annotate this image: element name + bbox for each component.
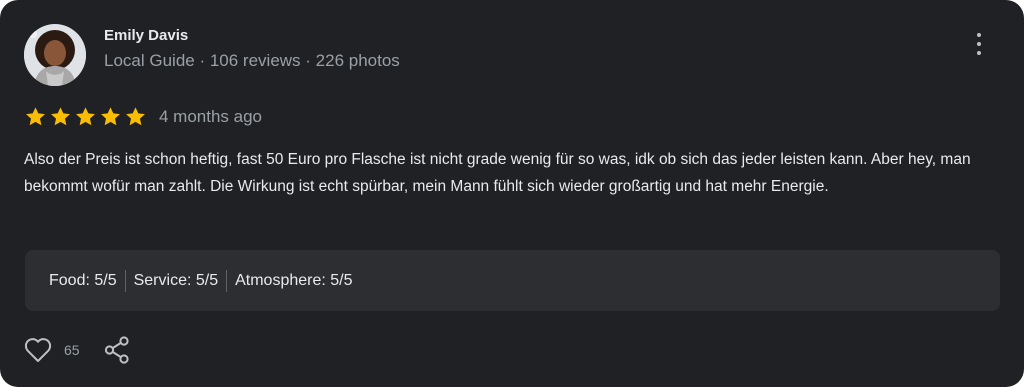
star-icon: [126, 107, 145, 126]
more-dot: [977, 33, 981, 37]
avatar-photo: [24, 24, 86, 86]
attribute-divider: [226, 269, 228, 292]
star-icon: [76, 107, 95, 126]
review-attributes: Food: 5/5 Service: 5/5 Atmosphere: 5/5: [25, 250, 1000, 311]
rating-row: 4 months ago: [24, 106, 262, 128]
review-attribute: Atmosphere: 5/5: [235, 271, 353, 289]
more-vert-icon[interactable]: [966, 30, 992, 58]
author-name[interactable]: Emily Davis: [104, 27, 188, 44]
star-icon: [101, 107, 120, 126]
more-dot: [977, 42, 981, 46]
attribute-divider: [124, 269, 126, 292]
review-card: Emily Davis Local Guide · 106 reviews · …: [0, 0, 1024, 387]
review-attribute: Service: 5/5: [133, 271, 219, 289]
review-time: 4 months ago: [159, 107, 263, 126]
author-meta: Local Guide · 106 reviews · 226 photos: [104, 51, 400, 70]
avatar[interactable]: [24, 24, 86, 86]
more-dot: [977, 51, 981, 55]
like-count: 65: [64, 342, 80, 358]
heart-outline-icon[interactable]: [24, 337, 52, 363]
share-icon[interactable]: [104, 336, 130, 364]
review-attribute: Food: 5/5: [49, 271, 117, 289]
review-actions: 65: [24, 336, 130, 364]
star-icon: [51, 107, 70, 126]
review-text: Also der Preis ist schon heftig, fast 50…: [24, 151, 971, 195]
star-rating: [24, 106, 147, 128]
star-icon: [26, 107, 45, 126]
